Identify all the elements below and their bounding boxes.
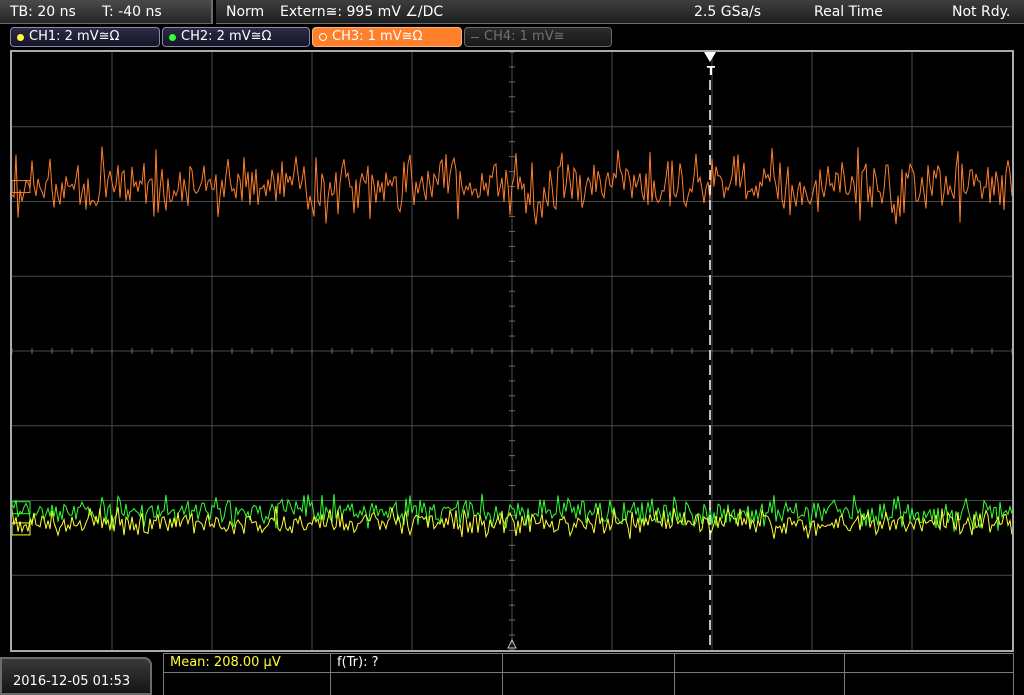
channel-tab-ch4[interactable]: CH4: 1 mV≅	[464, 27, 612, 47]
measurement-table[interactable]: Mean: 208.00 µV f(Tr): ?	[163, 653, 1014, 695]
channel-tab-label: CH3: 1 mV≅Ω	[332, 29, 423, 44]
channel-tab-ch2[interactable]: CH2: 2 mV≅Ω	[162, 27, 310, 47]
ch3-color-dot-icon	[319, 33, 327, 41]
datetime-display: 2016-12-05 01:53	[0, 657, 152, 695]
measurement-slot-10[interactable]	[845, 673, 1014, 695]
channel-tab-label: CH1: 2 mV≅Ω	[29, 29, 120, 44]
acquisition-panel[interactable]: Norm Extern≅: 995 mV ∠/DC 2.5 GSa/s Real…	[216, 0, 1024, 24]
sample-rate-readout: 2.5 GSa/s	[694, 4, 762, 20]
waveform-display[interactable]	[12, 52, 1012, 650]
timebase-panel[interactable]: TB: 20 ns T: -40 ns	[0, 0, 213, 24]
trigger-arrow-icon	[704, 52, 716, 62]
channel-tab-ch3[interactable]: CH3: 1 mV≅Ω	[312, 27, 462, 47]
measurement-mean-text: Mean: 208.00 µV	[170, 655, 281, 670]
trigger-state: Not Rdy.	[952, 4, 1011, 20]
graticule-grid	[12, 52, 1012, 650]
channel-tab-label: CH2: 2 mV≅Ω	[181, 29, 272, 44]
measurement-slot-6[interactable]	[163, 673, 331, 695]
measurement-slot-9[interactable]	[675, 673, 845, 695]
acquisition-type: Real Time	[814, 4, 883, 20]
timebase-readout[interactable]: TB: 20 ns	[10, 3, 76, 21]
measurement-slot-5[interactable]	[845, 654, 1014, 673]
ch1-color-dot-icon	[17, 33, 24, 41]
trigger-position-label[interactable]: T	[704, 64, 718, 78]
oscilloscope-screen: TB: 20 ns T: -40 ns Norm Extern≅: 995 mV…	[0, 0, 1024, 695]
measurement-slot-8[interactable]	[503, 673, 675, 695]
measurement-freq[interactable]: f(Tr): ?	[331, 654, 503, 673]
ch4-off-dash-icon	[471, 36, 479, 38]
channel-tab-label: CH4: 1 mV≅	[484, 29, 565, 44]
measurement-slot-4[interactable]	[675, 654, 845, 673]
trigger-time-readout[interactable]: T: -40 ns	[102, 3, 162, 21]
measurement-slot-3[interactable]	[503, 654, 675, 673]
measurement-mean[interactable]: Mean: 208.00 µV	[163, 654, 331, 673]
channel-tab-ch1[interactable]: CH1: 2 mV≅Ω	[10, 27, 160, 47]
ch2-color-dot-icon	[169, 33, 176, 41]
acquisition-mode[interactable]: Norm	[226, 3, 264, 21]
measurement-slot-7[interactable]	[331, 673, 503, 695]
datetime-text: 2016-12-05 01:53	[13, 674, 131, 689]
measurement-freq-text: f(Tr): ?	[337, 655, 379, 670]
trigger-source-readout[interactable]: Extern≅: 995 mV ∠/DC	[280, 3, 443, 21]
